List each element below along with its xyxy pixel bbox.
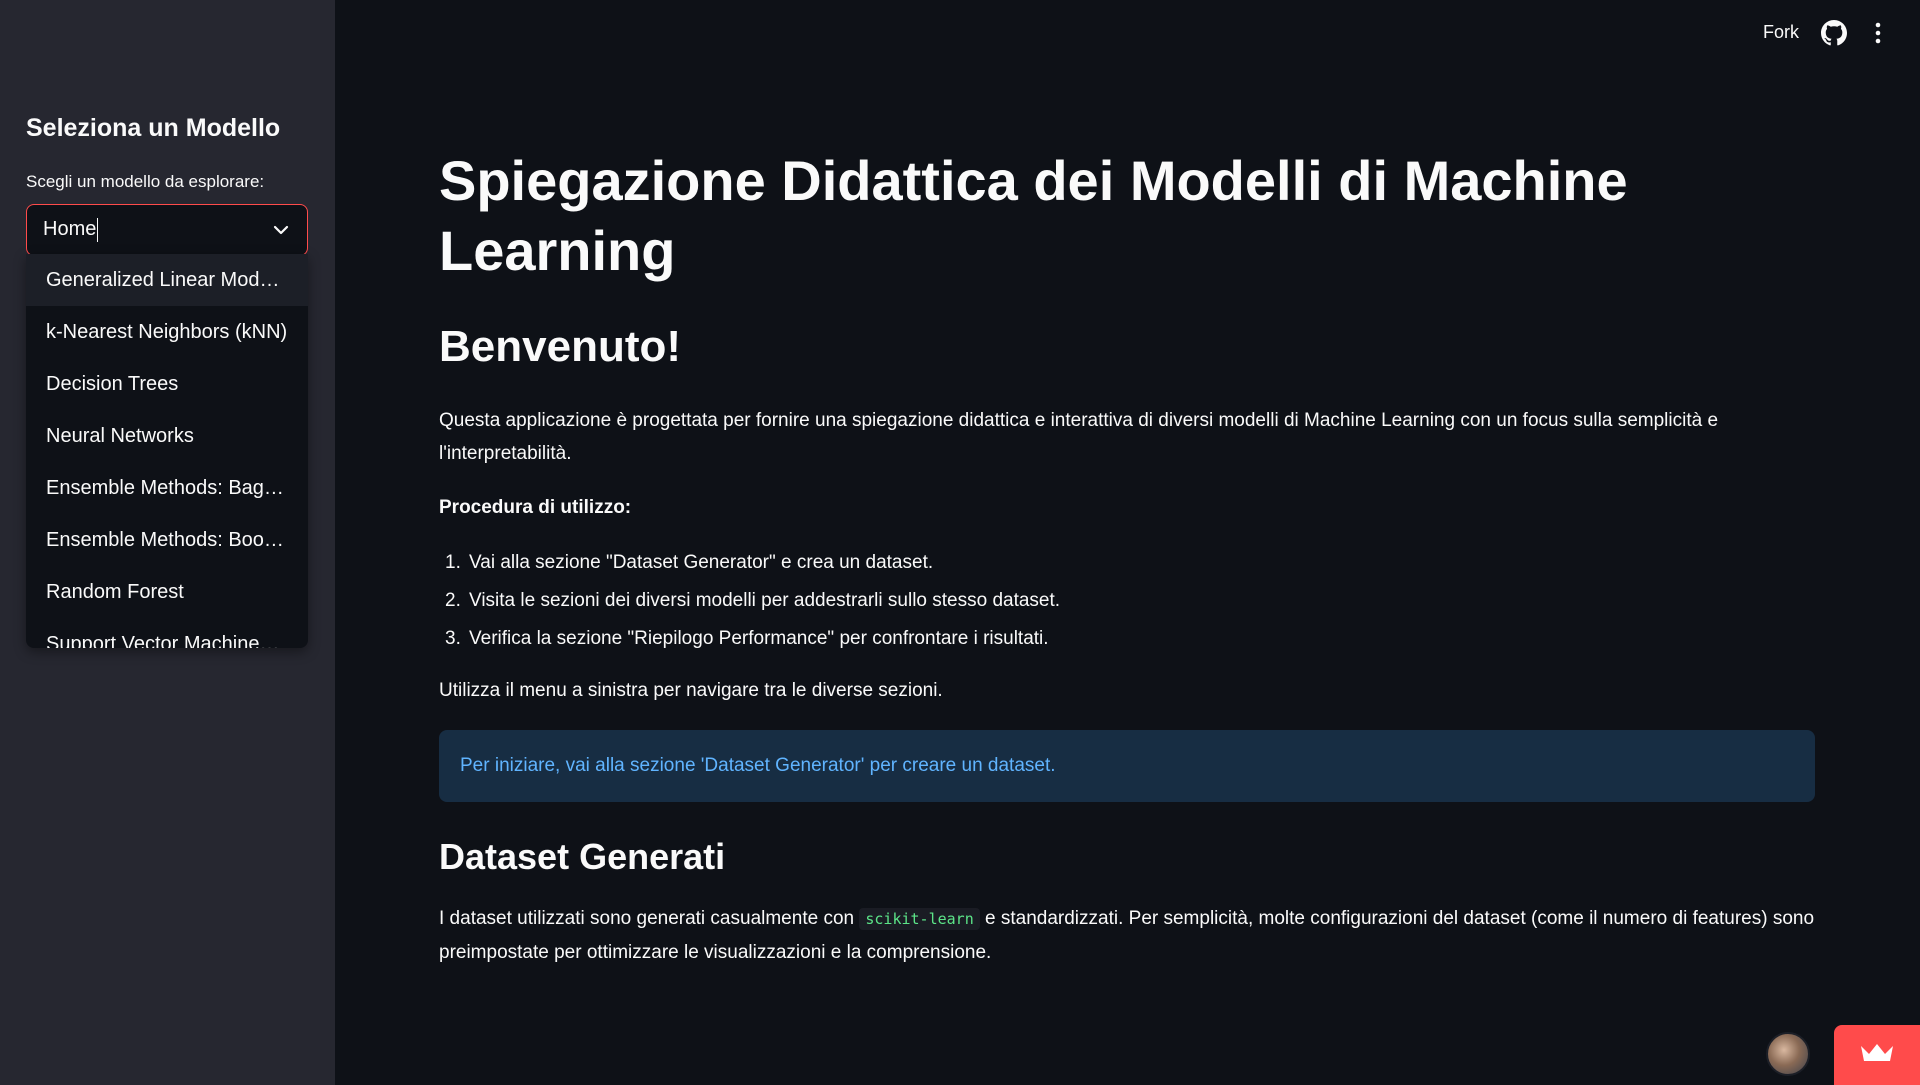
info-message: Per iniziare, vai alla sezione 'Dataset … bbox=[460, 755, 1056, 776]
model-dropdown-list[interactable]: Generalized Linear Model… k-Nearest Neig… bbox=[26, 254, 308, 648]
intro-paragraph: Questa applicazione è progettata per for… bbox=[439, 410, 1719, 464]
crown-icon bbox=[1859, 1042, 1895, 1069]
list-item: 3. Verifica la sezione "Riepilogo Perform… bbox=[445, 628, 1049, 649]
code-snippet: scikit-learn bbox=[859, 908, 980, 930]
dropdown-option-neural-networks[interactable]: Neural Networks bbox=[26, 410, 308, 462]
kebab-menu-icon[interactable] bbox=[1867, 20, 1889, 46]
procedure-label: Procedura di utilizzo: bbox=[439, 497, 632, 518]
procedure-steps: 1. Vai alla sezione "Dataset Generator" e… bbox=[439, 544, 1060, 658]
sidebar-title: Seleziona un Modello bbox=[26, 114, 281, 142]
dropdown-option-knn[interactable]: k-Nearest Neighbors (kNN) bbox=[26, 306, 308, 358]
dropdown-option-random-forest[interactable]: Random Forest bbox=[26, 566, 308, 618]
fork-link[interactable]: Fork bbox=[1763, 22, 1799, 43]
github-icon[interactable] bbox=[1821, 20, 1847, 46]
list-item: 2. Visita le sezioni dei diversi modelli … bbox=[445, 590, 1061, 611]
text-caret bbox=[97, 218, 99, 243]
app-root: Seleziona un Modello Scegli un modello d… bbox=[0, 0, 1920, 1085]
navigation-hint: Utilizza il menu a sinistra per navigare… bbox=[439, 680, 943, 701]
model-select[interactable]: Home bbox=[26, 204, 308, 256]
info-alert: Per iniziare, vai alla sezione 'Dataset … bbox=[439, 730, 1815, 802]
avatar[interactable] bbox=[1766, 1032, 1810, 1076]
dropdown-option-bagging[interactable]: Ensemble Methods: Bagg… bbox=[26, 462, 308, 514]
select-value[interactable]: Home bbox=[43, 218, 96, 240]
page-title: Spiegazione Didattica dei Modelli di Mac… bbox=[439, 149, 1628, 282]
streamlit-crown-badge[interactable] bbox=[1834, 1025, 1920, 1085]
welcome-heading: Benvenuto! bbox=[439, 322, 681, 371]
sidebar: Seleziona un Modello Scegli un modello d… bbox=[0, 0, 335, 1085]
chevron-down-icon[interactable] bbox=[271, 220, 291, 240]
dropdown-option-boosting[interactable]: Ensemble Methods: Boos… bbox=[26, 514, 308, 566]
list-item: 1. Vai alla sezione "Dataset Generator" e… bbox=[445, 552, 934, 573]
select-label: Scegli un modello da esplorare: bbox=[26, 172, 265, 191]
dropdown-option-decision-trees[interactable]: Decision Trees bbox=[26, 358, 308, 410]
dropdown-option-glm[interactable]: Generalized Linear Model… bbox=[26, 254, 308, 306]
dataset-heading: Dataset Generati bbox=[439, 836, 726, 877]
dropdown-option-svm[interactable]: Support Vector Machines… bbox=[26, 618, 308, 649]
dataset-paragraph: I dataset utilizzati sono generati casua… bbox=[439, 908, 1815, 963]
